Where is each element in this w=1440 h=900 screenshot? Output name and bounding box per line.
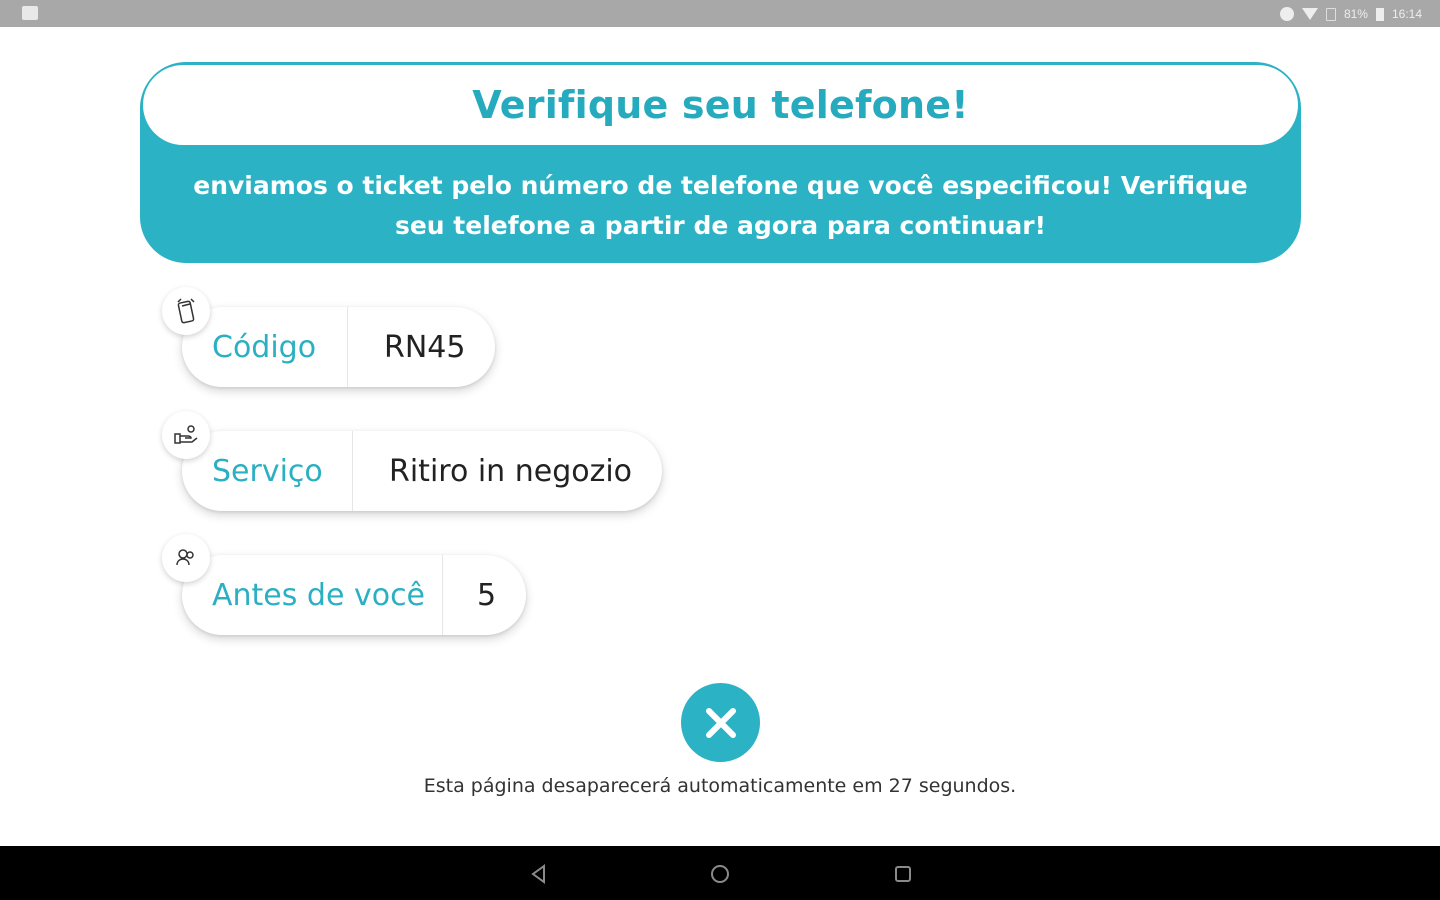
auto-close-countdown: Esta página desaparecerá automaticamente… — [423, 775, 1017, 797]
back-triangle-icon — [531, 864, 545, 884]
service-row: Serviço Ritiro in negozio — [182, 431, 663, 511]
recents-button[interactable] — [892, 863, 914, 885]
status-time: 16:14 — [1391, 7, 1422, 21]
back-button[interactable] — [528, 863, 550, 885]
recents-square-icon — [895, 866, 911, 882]
navigation-bar — [0, 846, 1440, 900]
battery-level: 81% — [1343, 7, 1368, 21]
sim-icon — [1325, 7, 1336, 21]
home-button[interactable] — [709, 863, 731, 885]
phone-ticket-icon — [162, 287, 210, 335]
notification-icon — [22, 6, 38, 20]
wifi-icon — [1301, 8, 1318, 20]
battery-icon — [1375, 7, 1384, 21]
service-value: Ritiro in negozio — [389, 453, 633, 489]
close-button[interactable] — [681, 683, 760, 762]
people-queue-icon — [162, 534, 210, 582]
people-ahead-row: Antes de você 5 — [182, 555, 527, 635]
hand-service-icon — [162, 411, 210, 459]
home-circle-icon — [711, 865, 729, 883]
status-indicators: 81% 16:14 — [1279, 4, 1422, 24]
header-title-pill: Verifique seu telefone! — [143, 65, 1298, 145]
people-ahead-value: 5 — [477, 577, 497, 613]
header-message: enviamos o ticket pelo número de telefon… — [193, 171, 1248, 240]
ticket-code-value: RN45 — [384, 329, 466, 365]
status-bar: 81% 16:14 — [0, 0, 1440, 27]
header-card: Verifique seu telefone! enviamos o ticke… — [140, 62, 1301, 263]
people-ahead-label: Antes de você — [182, 555, 443, 635]
ticket-code-row: Código RN45 — [182, 307, 496, 387]
page-title: Verifique seu telefone! — [472, 83, 969, 127]
sync-icon — [1279, 7, 1294, 21]
close-icon — [705, 707, 736, 738]
